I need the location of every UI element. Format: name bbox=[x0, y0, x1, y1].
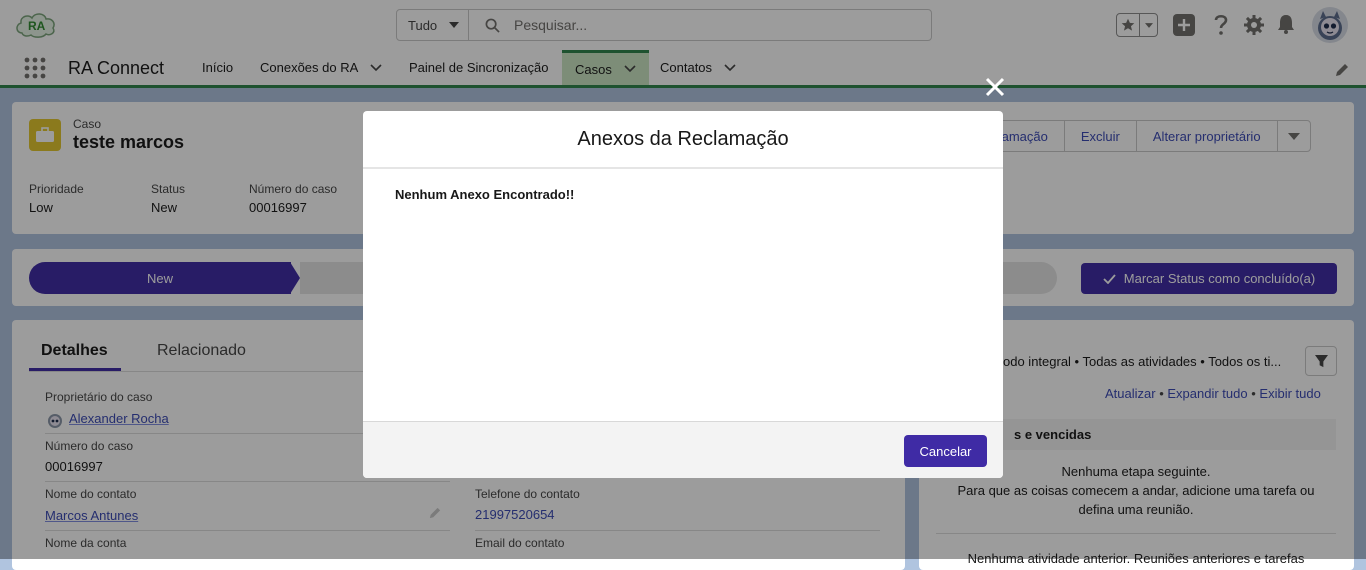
modal-header: Anexos da Reclamação bbox=[363, 111, 1003, 169]
modal-body: Nenhum Anexo Encontrado!! bbox=[363, 169, 1003, 421]
no-attachments-message: Nenhum Anexo Encontrado!! bbox=[395, 187, 575, 202]
modal-title: Anexos da Reclamação bbox=[577, 127, 789, 150]
modal-footer: Cancelar bbox=[363, 421, 1003, 478]
close-icon[interactable] bbox=[983, 75, 1007, 99]
cancel-button[interactable]: Cancelar bbox=[904, 435, 987, 467]
attachments-modal: Anexos da Reclamação Nenhum Anexo Encont… bbox=[363, 111, 1003, 478]
